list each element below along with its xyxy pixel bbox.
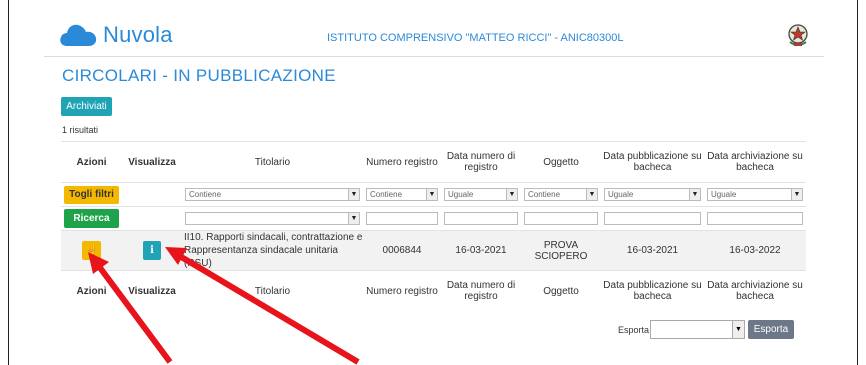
data-numero-filter-select[interactable]: Uguale ▼ — [444, 188, 518, 201]
ricerca-button[interactable]: Ricerca — [64, 209, 119, 228]
filter-row: Togli filtri Contiene ▼ Contiene ▼ Uguale ▼… — [61, 182, 806, 207]
table-footer-row: Azioni Visualizza Titolario Numero regis… — [61, 270, 806, 312]
circolari-table: Azioni Visualizza Titolario Numero regis… — [61, 141, 806, 312]
togli-filtri-button[interactable]: Togli filtri — [64, 185, 119, 204]
oggetto-filter-select[interactable]: Contiene ▼ — [524, 188, 598, 201]
col-numero-registro[interactable]: Numero registro — [363, 270, 441, 312]
col-numero-registro[interactable]: Numero registro — [363, 141, 441, 183]
col-visualizza: Visualizza — [122, 270, 182, 312]
col-data-pubblicazione[interactable]: Data pubblicazione su bacheca — [601, 141, 704, 183]
chevron-down-icon: ▼ — [791, 189, 802, 200]
esporta-button[interactable]: Esporta — [748, 320, 794, 339]
italian-republic-emblem-icon — [787, 22, 809, 53]
data-pubb-filter-input[interactable] — [604, 212, 701, 225]
col-data-archiviazione[interactable]: Data archiviazione su bacheca — [704, 141, 806, 183]
data-pubb-filter-select[interactable]: Uguale ▼ — [604, 188, 701, 201]
esporta-select[interactable]: ▼ — [650, 320, 745, 339]
col-data-numero[interactable]: Data numero di registro — [441, 270, 521, 312]
cell-titolario: II10. Rapporti sindacali, contrattazione… — [182, 230, 363, 271]
chevron-down-icon: ▼ — [506, 189, 517, 200]
col-oggetto[interactable]: Oggetto — [521, 141, 601, 183]
cell-data-numero: 16-03-2021 — [441, 230, 521, 271]
col-visualizza: Visualizza — [122, 141, 182, 183]
data-arch-filter-input[interactable] — [707, 212, 803, 225]
page-title: CIRCOLARI - IN PUBBLICAZIONE — [62, 66, 336, 85]
col-azioni: Azioni — [61, 270, 122, 312]
data-numero-filter-input[interactable] — [444, 212, 518, 225]
hand-pointer-icon[interactable]: ☝ — [82, 241, 101, 260]
col-data-archiviazione[interactable]: Data archiviazione su bacheca — [704, 270, 806, 312]
titolario-filter-select[interactable]: Contiene ▼ — [185, 188, 360, 201]
chevron-down-icon: ▼ — [348, 189, 359, 200]
app-logo[interactable]: Nuvola — [59, 22, 173, 48]
cell-numero-registro: 0006844 — [363, 230, 441, 271]
col-titolario[interactable]: Titolario — [182, 270, 363, 312]
col-titolario[interactable]: Titolario — [182, 141, 363, 183]
table-header-row: Azioni Visualizza Titolario Numero regis… — [61, 141, 806, 183]
data-arch-filter-select[interactable]: Uguale ▼ — [707, 188, 803, 201]
results-count: 1 risultati — [62, 125, 99, 135]
cell-data-archiviazione: 16-03-2022 — [704, 230, 806, 271]
chevron-down-icon: ▼ — [348, 213, 359, 224]
col-azioni: Azioni — [61, 141, 122, 183]
filter-input-row: Ricerca ▼ — [61, 206, 806, 231]
chevron-down-icon: ▼ — [586, 189, 597, 200]
cell-data-pubblicazione: 16-03-2021 — [601, 230, 704, 271]
cloud-icon — [60, 24, 97, 46]
titolario-filter-value[interactable]: ▼ — [185, 212, 360, 225]
info-icon[interactable]: i — [143, 241, 161, 260]
chevron-down-icon: ▼ — [732, 321, 744, 338]
header-divider — [44, 56, 824, 57]
table-row: ☝ i II10. Rapporti sindacali, contrattaz… — [61, 230, 806, 271]
col-data-pubblicazione[interactable]: Data pubblicazione su bacheca — [601, 270, 704, 312]
cell-oggetto: PROVA SCIOPERO — [521, 230, 601, 271]
col-oggetto[interactable]: Oggetto — [521, 270, 601, 312]
app-name: Nuvola — [103, 22, 173, 47]
esporta-label: Esporta — [618, 325, 650, 335]
archiviati-button[interactable]: Archiviati — [61, 97, 112, 116]
oggetto-filter-input[interactable] — [524, 212, 598, 225]
numero-filter-input[interactable] — [366, 212, 438, 225]
col-data-numero[interactable]: Data numero di registro — [441, 141, 521, 183]
numero-filter-select[interactable]: Contiene ▼ — [366, 188, 438, 201]
school-name: ISTITUTO COMPRENSIVO "MATTEO RICCI" - AN… — [327, 32, 624, 44]
chevron-down-icon: ▼ — [689, 189, 700, 200]
chevron-down-icon: ▼ — [426, 189, 437, 200]
